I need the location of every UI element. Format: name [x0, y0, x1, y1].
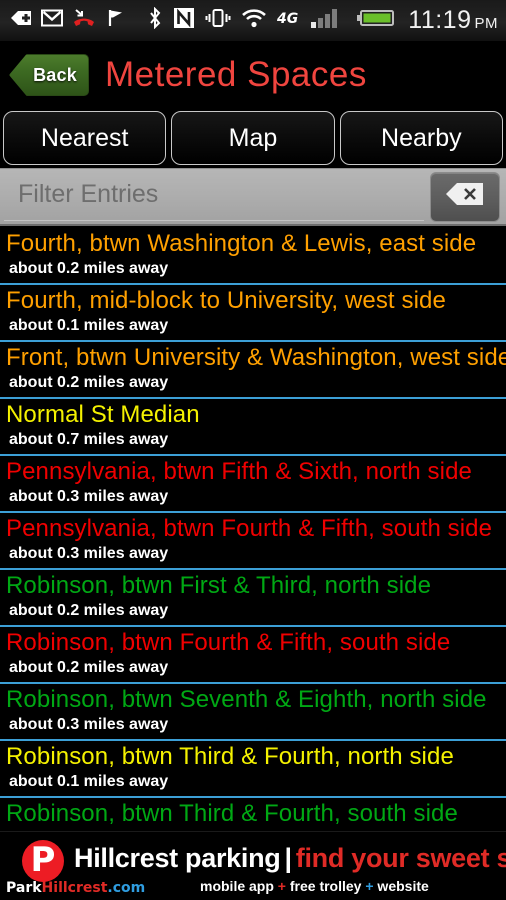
list-item-distance: about 0.1 miles away	[9, 317, 169, 334]
tab-bar: Nearest Map Nearby	[0, 108, 506, 168]
network-4g-icon: 4G	[276, 9, 301, 32]
ad-subline-plus2: +	[365, 878, 374, 894]
list-item-title: Robinson, btwn Third & Fourth, south sid…	[6, 800, 458, 827]
list-item-distance: about 0.2 miles away	[9, 659, 169, 676]
list-item-title: Front, btwn University & Washington, wes…	[6, 344, 506, 371]
hillcrest-parking-logo-icon: P	[22, 840, 64, 882]
list-item[interactable]: Pennsylvania, btwn Fifth & Sixth, north …	[0, 456, 506, 513]
list-item[interactable]: Robinson, btwn First & Third, north side…	[0, 570, 506, 627]
list-item[interactable]: Pennsylvania, btwn Fourth & Fifth, south…	[0, 513, 506, 570]
missed-call-icon	[72, 7, 96, 34]
list-item-distance: about 0.7 miles away	[9, 431, 169, 448]
list-item-title: Robinson, btwn Fourth & Fifth, south sid…	[6, 629, 451, 656]
tab-nearest[interactable]: Nearest	[3, 111, 167, 165]
ad-headline: Hillcrest parking|find your sweet spot.▼	[74, 843, 506, 874]
list-item-distance: about 0.2 miles away	[9, 602, 169, 619]
list-item-title: Robinson, btwn First & Third, north side	[6, 572, 432, 599]
list-item-title: Robinson, btwn Third & Fourth, north sid…	[6, 743, 454, 770]
svg-text:4G: 4G	[277, 11, 298, 27]
list-item-title: Robinson, btwn Seventh & Eighth, north s…	[6, 686, 487, 713]
page-title: Metered Spaces	[105, 55, 367, 94]
flag-icon	[105, 8, 125, 33]
status-bar-clock: 11:19 PM	[408, 8, 498, 33]
ad-headline-brand: Hillcrest parking	[74, 843, 281, 873]
download-arrow-icon	[10, 8, 32, 33]
filter-input[interactable]	[4, 172, 424, 221]
bluetooth-icon	[147, 6, 163, 34]
vibrate-icon	[205, 7, 231, 34]
back-button[interactable]: Back	[9, 54, 89, 96]
list-item[interactable]: Fourth, mid-block to University, west si…	[0, 285, 506, 342]
ad-banner[interactable]: P Hillcrest parking|find your sweet spot…	[0, 831, 506, 900]
ad-url-part2: Hillcrest	[41, 880, 108, 896]
list-item-title: Pennsylvania, btwn Fourth & Fifth, south…	[6, 515, 493, 542]
list-item[interactable]: Robinson, btwn Seventh & Eighth, north s…	[0, 684, 506, 741]
list-item-distance: about 0.2 miles away	[9, 260, 169, 277]
list-item[interactable]: Fourth, btwn Washington & Lewis, east si…	[0, 228, 506, 285]
back-button-label: Back	[33, 64, 77, 85]
signal-bars-icon	[311, 7, 341, 34]
list-item-distance: about 0.3 miles away	[9, 545, 169, 562]
gmail-icon	[41, 8, 63, 33]
list-item-distance: about 0.1 miles away	[9, 773, 169, 790]
list-item-title: Normal St Median	[6, 401, 200, 428]
wifi-icon	[241, 7, 267, 34]
list-item[interactable]: Robinson, btwn Third & Fourth, north sid…	[0, 741, 506, 798]
list-item-distance: about 0.3 miles away	[9, 716, 169, 733]
list-item-distance: about 0.3 miles away	[9, 488, 169, 505]
app-root: 4G 11:19 PM Back Metered Spaces Nearest …	[0, 0, 506, 900]
filter-bar	[0, 168, 506, 226]
list-item-title: Pennsylvania, btwn Fifth & Sixth, north …	[6, 458, 472, 485]
metered-spaces-list[interactable]: Fourth, btwn Washington & Lewis, east si…	[0, 228, 506, 900]
ad-subline: mobile app + free trolley + website	[200, 878, 429, 894]
clear-filter-button[interactable]	[430, 171, 500, 222]
list-item[interactable]: Robinson, btwn Fourth & Fifth, south sid…	[0, 627, 506, 684]
clock-time: 11:19	[408, 6, 472, 34]
status-bar: 4G 11:19 PM	[0, 0, 506, 42]
title-bar: Back Metered Spaces	[0, 42, 506, 108]
status-bar-radios: 4G	[147, 6, 341, 34]
ad-url-part1: Park	[6, 880, 42, 896]
ad-headline-divider: |	[284, 843, 292, 873]
list-item[interactable]: Normal St Median about 0.7 miles away	[0, 399, 506, 456]
list-item-title: Fourth, btwn Washington & Lewis, east si…	[6, 230, 477, 257]
backspace-clear-icon	[445, 181, 485, 212]
status-bar-right: 11:19 PM	[357, 7, 498, 34]
list-item-title: Fourth, mid-block to University, west si…	[6, 287, 446, 314]
ad-subline-part1: mobile app	[200, 878, 278, 894]
list-item-distance: about 0.2 miles away	[9, 374, 169, 391]
clock-ampm: PM	[474, 15, 498, 32]
tab-map[interactable]: Map	[171, 111, 335, 165]
list-item[interactable]: Front, btwn University & Washington, wes…	[0, 342, 506, 399]
tab-nearby[interactable]: Nearby	[339, 111, 503, 165]
status-bar-notifications	[10, 7, 125, 34]
ad-url-part3: .com	[107, 880, 146, 896]
ad-subline-plus1: +	[277, 878, 286, 894]
ad-logo-letter: P	[30, 839, 56, 880]
ad-subline-part3: website	[373, 878, 429, 894]
ad-url: ParkHillcrest.com	[6, 880, 145, 896]
ad-headline-tagline: find your sweet spot.	[295, 843, 506, 873]
battery-icon	[357, 7, 395, 34]
ad-subline-part2: free trolley	[285, 878, 366, 894]
nfc-icon	[173, 7, 195, 34]
